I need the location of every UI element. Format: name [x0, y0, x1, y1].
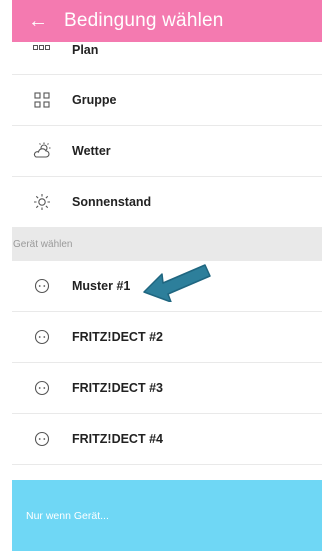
- device-label: FRITZ!DECT #2: [72, 330, 163, 344]
- device-item-fritzdect-3[interactable]: FRITZ!DECT #3: [12, 363, 322, 414]
- section-header-devices: Gerät wählen: [12, 228, 322, 261]
- weather-icon: [12, 142, 72, 160]
- device-label: FRITZ!DECT #4: [72, 432, 163, 446]
- arrow-left-icon: ←: [28, 10, 48, 32]
- plug-icon: [12, 278, 72, 294]
- plug-icon: [12, 380, 72, 396]
- condition-label: Gruppe: [72, 93, 117, 107]
- page-title: Bedingung wählen: [64, 10, 224, 31]
- device-item-fritzdect-2[interactable]: FRITZ!DECT #2: [12, 312, 322, 363]
- condition-label: Wetter: [72, 144, 111, 158]
- device-label: FRITZ!DECT #3: [72, 381, 163, 395]
- device-label: Muster #1: [72, 279, 131, 293]
- plug-icon: [12, 431, 72, 447]
- condition-item-gruppe[interactable]: Gruppe: [12, 75, 322, 126]
- footer-text: Nur wenn Gerät...: [26, 509, 109, 522]
- plan-icon: [12, 42, 72, 52]
- condition-label: Plan: [72, 43, 99, 57]
- annotation-arrow-icon: [143, 264, 211, 302]
- condition-item-plan[interactable]: Plan: [12, 42, 322, 75]
- condition-item-wetter[interactable]: Wetter: [12, 126, 322, 177]
- condition-footer-bar[interactable]: Nur wenn Gerät...: [12, 480, 322, 551]
- condition-list: Plan Gruppe Wetter Sonnenstand Gerät wäh…: [12, 42, 322, 465]
- app-bar: ← Bedingung wählen: [12, 0, 322, 42]
- condition-label: Sonnenstand: [72, 195, 152, 209]
- back-button[interactable]: ←: [12, 0, 64, 42]
- sun-icon: [12, 193, 72, 211]
- group-icon: [12, 92, 72, 108]
- plug-icon: [12, 329, 72, 345]
- device-item-fritzdect-4[interactable]: FRITZ!DECT #4: [12, 414, 322, 465]
- condition-item-sonnenstand[interactable]: Sonnenstand: [12, 177, 322, 228]
